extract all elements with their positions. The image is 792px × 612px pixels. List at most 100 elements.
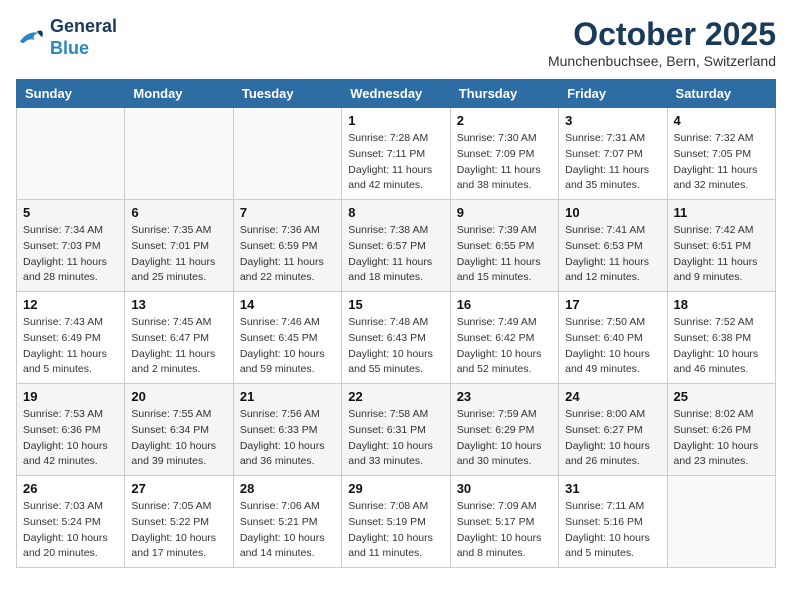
calendar-day-cell: 26Sunrise: 7:03 AM Sunset: 5:24 PM Dayli…	[17, 476, 125, 568]
day-number: 5	[23, 205, 118, 220]
day-number: 22	[348, 389, 443, 404]
month-title: October 2025	[548, 16, 776, 53]
calendar-body: 1Sunrise: 7:28 AM Sunset: 7:11 PM Daylig…	[17, 108, 776, 568]
calendar-day-cell	[667, 476, 775, 568]
day-info: Sunrise: 7:30 AM Sunset: 7:09 PM Dayligh…	[457, 131, 552, 194]
day-number: 31	[565, 481, 660, 496]
day-number: 20	[131, 389, 226, 404]
day-number: 18	[674, 297, 769, 312]
day-number: 13	[131, 297, 226, 312]
day-info: Sunrise: 7:46 AM Sunset: 6:45 PM Dayligh…	[240, 315, 335, 378]
logo: General Blue	[16, 16, 117, 59]
calendar-day-cell: 1Sunrise: 7:28 AM Sunset: 7:11 PM Daylig…	[342, 108, 450, 200]
day-number: 16	[457, 297, 552, 312]
day-info: Sunrise: 7:08 AM Sunset: 5:19 PM Dayligh…	[348, 499, 443, 562]
calendar-day-cell: 9 Sunrise: 7:39 AM Sunset: 6:55 PM Daylig…	[450, 200, 558, 292]
calendar-day-cell: 11 Sunrise: 7:42 AM Sunset: 6:51 PM Dayli…	[667, 200, 775, 292]
day-info: Sunrise: 7:49 AM Sunset: 6:42 PM Dayligh…	[457, 315, 552, 378]
calendar-day-cell	[233, 108, 341, 200]
calendar-day-cell: 14 Sunrise: 7:46 AM Sunset: 6:45 PM Dayli…	[233, 292, 341, 384]
day-info: Sunrise: 8:02 AM Sunset: 6:26 PM Dayligh…	[674, 407, 769, 470]
day-number: 28	[240, 481, 335, 496]
day-info: Sunrise: 7:41 AM Sunset: 6:53 PM Dayligh…	[565, 223, 660, 286]
day-info: Sunrise: 7:48 AM Sunset: 6:43 PM Dayligh…	[348, 315, 443, 378]
day-info: Sunrise: 7:34 AM Sunset: 7:03 PM Dayligh…	[23, 223, 118, 286]
calendar-day-cell: 16 Sunrise: 7:49 AM Sunset: 6:42 PM Dayli…	[450, 292, 558, 384]
day-number: 14	[240, 297, 335, 312]
calendar-week-row: 19Sunrise: 7:53 AM Sunset: 6:36 PM Dayli…	[17, 384, 776, 476]
day-info: Sunrise: 7:09 AM Sunset: 5:17 PM Dayligh…	[457, 499, 552, 562]
day-info: Sunrise: 7:52 AM Sunset: 6:38 PM Dayligh…	[674, 315, 769, 378]
calendar-day-cell: 15 Sunrise: 7:48 AM Sunset: 6:43 PM Dayli…	[342, 292, 450, 384]
calendar-day-cell: 20 Sunrise: 7:55 AM Sunset: 6:34 PM Dayli…	[125, 384, 233, 476]
day-info: Sunrise: 7:39 AM Sunset: 6:55 PM Dayligh…	[457, 223, 552, 286]
calendar-day-cell: 24 Sunrise: 8:00 AM Sunset: 6:27 PM Dayli…	[559, 384, 667, 476]
calendar-day-cell: 13Sunrise: 7:45 AM Sunset: 6:47 PM Dayli…	[125, 292, 233, 384]
calendar-day-cell: 29 Sunrise: 7:08 AM Sunset: 5:19 PM Dayli…	[342, 476, 450, 568]
day-of-week-header: Saturday	[667, 80, 775, 108]
calendar-week-row: 5 Sunrise: 7:34 AM Sunset: 7:03 PM Daylig…	[17, 200, 776, 292]
day-info: Sunrise: 7:42 AM Sunset: 6:51 PM Dayligh…	[674, 223, 769, 286]
day-number: 25	[674, 389, 769, 404]
day-info: Sunrise: 7:43 AM Sunset: 6:49 PM Dayligh…	[23, 315, 118, 378]
day-info: Sunrise: 7:55 AM Sunset: 6:34 PM Dayligh…	[131, 407, 226, 470]
day-number: 8	[348, 205, 443, 220]
day-number: 9	[457, 205, 552, 220]
day-info: Sunrise: 7:11 AM Sunset: 5:16 PM Dayligh…	[565, 499, 660, 562]
day-of-week-header: Thursday	[450, 80, 558, 108]
day-number: 3	[565, 113, 660, 128]
day-info: Sunrise: 7:36 AM Sunset: 6:59 PM Dayligh…	[240, 223, 335, 286]
day-number: 26	[23, 481, 118, 496]
calendar-day-cell: 4 Sunrise: 7:32 AM Sunset: 7:05 PM Daylig…	[667, 108, 775, 200]
day-of-week-header: Sunday	[17, 80, 125, 108]
day-of-week-header: Friday	[559, 80, 667, 108]
day-info: Sunrise: 7:56 AM Sunset: 6:33 PM Dayligh…	[240, 407, 335, 470]
day-number: 29	[348, 481, 443, 496]
calendar-week-row: 12 Sunrise: 7:43 AM Sunset: 6:49 PM Dayli…	[17, 292, 776, 384]
day-info: Sunrise: 7:35 AM Sunset: 7:01 PM Dayligh…	[131, 223, 226, 286]
logo-text: General Blue	[50, 16, 117, 59]
calendar-day-cell: 18 Sunrise: 7:52 AM Sunset: 6:38 PM Dayli…	[667, 292, 775, 384]
day-number: 7	[240, 205, 335, 220]
day-number: 27	[131, 481, 226, 496]
calendar-day-cell: 27Sunrise: 7:05 AM Sunset: 5:22 PM Dayli…	[125, 476, 233, 568]
calendar-day-cell: 17Sunrise: 7:50 AM Sunset: 6:40 PM Dayli…	[559, 292, 667, 384]
calendar-day-cell: 31 Sunrise: 7:11 AM Sunset: 5:16 PM Dayli…	[559, 476, 667, 568]
day-number: 30	[457, 481, 552, 496]
day-number: 21	[240, 389, 335, 404]
calendar-day-cell: 25 Sunrise: 8:02 AM Sunset: 6:26 PM Dayli…	[667, 384, 775, 476]
day-number: 17	[565, 297, 660, 312]
day-number: 19	[23, 389, 118, 404]
day-number: 10	[565, 205, 660, 220]
day-number: 23	[457, 389, 552, 404]
day-info: Sunrise: 7:06 AM Sunset: 5:21 PM Dayligh…	[240, 499, 335, 562]
day-number: 24	[565, 389, 660, 404]
calendar-day-cell: 6 Sunrise: 7:35 AM Sunset: 7:01 PM Daylig…	[125, 200, 233, 292]
day-number: 6	[131, 205, 226, 220]
calendar-day-cell: 28 Sunrise: 7:06 AM Sunset: 5:21 PM Dayli…	[233, 476, 341, 568]
calendar-day-cell: 19Sunrise: 7:53 AM Sunset: 6:36 PM Dayli…	[17, 384, 125, 476]
day-info: Sunrise: 7:38 AM Sunset: 6:57 PM Dayligh…	[348, 223, 443, 286]
calendar-day-cell: 30 Sunrise: 7:09 AM Sunset: 5:17 PM Dayli…	[450, 476, 558, 568]
calendar-day-cell: 5 Sunrise: 7:34 AM Sunset: 7:03 PM Daylig…	[17, 200, 125, 292]
calendar-header-row: SundayMondayTuesdayWednesdayThursdayFrid…	[17, 80, 776, 108]
calendar-day-cell: 8 Sunrise: 7:38 AM Sunset: 6:57 PM Daylig…	[342, 200, 450, 292]
calendar-table: SundayMondayTuesdayWednesdayThursdayFrid…	[16, 79, 776, 568]
calendar-day-cell: 2 Sunrise: 7:30 AM Sunset: 7:09 PM Daylig…	[450, 108, 558, 200]
day-info: Sunrise: 7:31 AM Sunset: 7:07 PM Dayligh…	[565, 131, 660, 194]
calendar-day-cell	[125, 108, 233, 200]
day-number: 2	[457, 113, 552, 128]
day-number: 15	[348, 297, 443, 312]
day-number: 11	[674, 205, 769, 220]
day-info: Sunrise: 8:00 AM Sunset: 6:27 PM Dayligh…	[565, 407, 660, 470]
calendar-week-row: 1Sunrise: 7:28 AM Sunset: 7:11 PM Daylig…	[17, 108, 776, 200]
day-number: 12	[23, 297, 118, 312]
calendar-day-cell: 23Sunrise: 7:59 AM Sunset: 6:29 PM Dayli…	[450, 384, 558, 476]
logo-icon	[16, 26, 46, 50]
calendar-day-cell: 21 Sunrise: 7:56 AM Sunset: 6:33 PM Dayli…	[233, 384, 341, 476]
day-number: 4	[674, 113, 769, 128]
day-number: 1	[348, 113, 443, 128]
page-header: General Blue October 2025 Munchenbuchsee…	[16, 16, 776, 69]
day-of-week-header: Monday	[125, 80, 233, 108]
day-info: Sunrise: 7:32 AM Sunset: 7:05 PM Dayligh…	[674, 131, 769, 194]
